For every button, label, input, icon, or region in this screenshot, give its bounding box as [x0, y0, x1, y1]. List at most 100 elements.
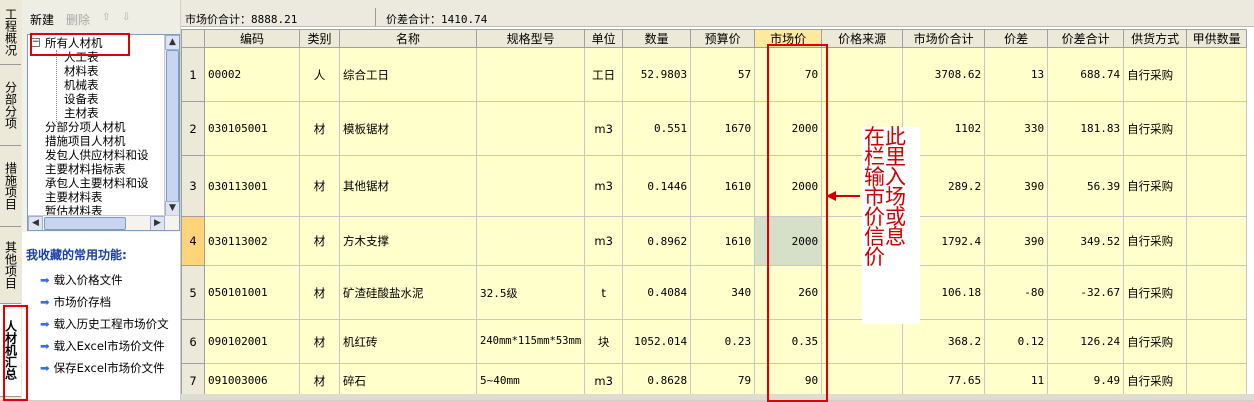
cell-supply-method[interactable]: 自行采购	[1123, 216, 1188, 266]
cell-supply-method[interactable]: 自行采购	[1123, 155, 1188, 217]
cell-diff-total[interactable]: -32.67	[1047, 265, 1125, 320]
cell-category[interactable]: 人	[299, 47, 340, 102]
cell-price-source[interactable]	[821, 47, 904, 102]
cell-price-source[interactable]	[821, 363, 904, 398]
new-button[interactable]: 新建	[30, 11, 54, 28]
cell-spec[interactable]: 240mm*115mm*53mm	[475, 319, 586, 364]
load-history-market-price-link[interactable]: ➡ 载入历史工程市场价文	[40, 316, 169, 332]
header-market-total[interactable]: 市场价合计	[902, 29, 986, 48]
cell-supply-method[interactable]: 自行采购	[1123, 265, 1188, 320]
tree-item-main-materials[interactable]: 主要材料表	[45, 191, 103, 204]
cell-spec[interactable]	[475, 47, 586, 102]
header-owner-qty[interactable]: 甲供数量	[1186, 29, 1248, 48]
cell-quantity[interactable]: 0.4084	[622, 265, 692, 320]
table-row[interactable]: 5 050101001 材矿渣硅酸盐水泥 32.5级 t 0.4084 340 260 106.…	[181, 265, 1248, 320]
cell-unit[interactable]: m3	[584, 101, 624, 156]
cell-price-source[interactable]	[821, 319, 904, 364]
cell-diff[interactable]: 13	[984, 47, 1049, 102]
cell-name[interactable]: 模板锯材	[339, 101, 477, 156]
cell-category[interactable]: 材	[299, 319, 340, 364]
header-diff-total[interactable]: 价差合计	[1047, 29, 1125, 48]
header-price-source[interactable]: 价格来源	[821, 29, 904, 48]
header-diff[interactable]: 价差	[984, 29, 1049, 48]
cell-spec[interactable]: 5~40mm	[475, 363, 586, 398]
cell-code[interactable]: 050101001	[204, 265, 300, 320]
tree-item-subitem-materials[interactable]: 分部分项人材机	[45, 121, 126, 134]
cell-market-price[interactable]: 0.35	[754, 319, 823, 364]
cell-owner-qty[interactable]	[1186, 216, 1248, 266]
arrow-up-icon[interactable]: ⇧	[102, 12, 110, 23]
cell-name[interactable]: 方木支撑	[339, 216, 477, 266]
cell-category[interactable]: 材	[299, 265, 340, 320]
cell-code[interactable]: 030113002	[204, 216, 300, 266]
cell-market-total[interactable]: 3708.62	[902, 47, 986, 102]
scroll-thumb[interactable]	[166, 50, 179, 202]
cell-market-price[interactable]: 2000	[754, 155, 823, 217]
header-quantity[interactable]: 数量	[622, 29, 692, 48]
cell-quantity[interactable]: 0.551	[622, 101, 692, 156]
cell-budget-price[interactable]: 79	[690, 363, 756, 398]
cell-market-price[interactable]: 260	[754, 265, 823, 320]
scroll-down-icon[interactable]: ▼	[165, 201, 179, 216]
cell-spec[interactable]	[475, 155, 586, 217]
cell-diff[interactable]: -80	[984, 265, 1049, 320]
cell-spec[interactable]	[475, 101, 586, 156]
cell-market-total[interactable]: 77.65	[902, 363, 986, 398]
grid-horizontal-scrollbar[interactable]	[181, 394, 1254, 400]
cell-diff-total[interactable]: 56.39	[1047, 155, 1125, 217]
cell-spec[interactable]	[475, 216, 586, 266]
tree-vertical-scrollbar[interactable]: ▲ ▼	[164, 35, 179, 216]
cell-budget-price[interactable]: 340	[690, 265, 756, 320]
tree-item-contractor-main[interactable]: 承包人主要材料和设	[45, 177, 149, 190]
cell-name[interactable]: 碎石	[339, 363, 477, 398]
cell-budget-price[interactable]: 0.23	[690, 319, 756, 364]
delete-button[interactable]: 删除	[66, 11, 90, 28]
tree-item-material[interactable]: 材料表	[64, 65, 99, 78]
cell-quantity[interactable]: 0.1446	[622, 155, 692, 217]
cell-category[interactable]: 材	[299, 216, 340, 266]
cell-owner-qty[interactable]	[1186, 155, 1248, 217]
cell-name[interactable]: 机红砖	[339, 319, 477, 364]
cell-diff-total[interactable]: 181.83	[1047, 101, 1125, 156]
cell-code[interactable]: 090102001	[204, 319, 300, 364]
cell-market-price[interactable]: 70	[754, 47, 823, 102]
cell-owner-qty[interactable]	[1186, 265, 1248, 320]
cell-unit[interactable]: 工日	[584, 47, 624, 102]
cell-owner-qty[interactable]	[1186, 319, 1248, 364]
cell-code[interactable]: 030113001	[204, 155, 300, 217]
cell-code[interactable]: 00002	[204, 47, 300, 102]
tree-item-equipment[interactable]: 设备表	[64, 93, 99, 106]
cell-market-total[interactable]: 368.2	[902, 319, 986, 364]
header-category[interactable]: 类别	[299, 29, 340, 48]
cell-quantity[interactable]: 1052.014	[622, 319, 692, 364]
tree-item-main-indicator[interactable]: 主要材料指标表	[45, 163, 126, 176]
tab-project-overview[interactable]: 工程概况	[0, 0, 21, 65]
table-row[interactable]: 2 030105001 材模板锯材 m3 0.551 1670 2000 1102 330 181…	[181, 101, 1248, 156]
scroll-up-icon[interactable]: ▲	[165, 35, 179, 50]
cell-market-price[interactable]: 2000	[754, 216, 823, 266]
cell-name[interactable]: 综合工日	[339, 47, 477, 102]
save-excel-market-price-link[interactable]: ➡ 保存Excel市场价文件	[40, 360, 165, 376]
header-spec[interactable]: 规格型号	[475, 29, 586, 48]
scroll-right-icon[interactable]: ▶	[150, 216, 165, 230]
arrow-down-icon[interactable]: ⇩	[122, 12, 130, 23]
tree-item-main-material[interactable]: 主材表	[64, 107, 99, 120]
cell-diff-total[interactable]: 349.52	[1047, 216, 1125, 266]
table-row[interactable]: 7 091003006 材碎石 5~40mm m3 0.8628 79 90 77.65 11 9.…	[181, 363, 1248, 398]
table-row[interactable]: 6 090102001 材机红砖 240mm*115mm*53mm 块 1052.014 0…	[181, 319, 1248, 364]
cell-category[interactable]: 材	[299, 363, 340, 398]
cell-unit[interactable]: 块	[584, 319, 624, 364]
load-price-file-link[interactable]: ➡ 载入价格文件	[40, 272, 123, 288]
cell-diff[interactable]: 11	[984, 363, 1049, 398]
market-price-archive-link[interactable]: ➡ 市场价存档	[40, 294, 111, 310]
scroll-left-icon[interactable]: ◀	[28, 216, 43, 230]
cell-category[interactable]: 材	[299, 101, 340, 156]
table-row[interactable]: 1 00002 人综合工日 工日 52.9803 57 70 3708.62 13 688.74 自…	[181, 47, 1248, 102]
header-code[interactable]: 编码	[204, 29, 300, 48]
cell-diff-total[interactable]: 126.24	[1047, 319, 1125, 364]
cell-code[interactable]: 030105001	[204, 101, 300, 156]
tree-item-labor[interactable]: 人工表	[64, 51, 99, 64]
header-budget-price[interactable]: 预算价	[690, 29, 756, 48]
cell-supply-method[interactable]: 自行采购	[1123, 319, 1188, 364]
cell-budget-price[interactable]: 1610	[690, 155, 756, 217]
